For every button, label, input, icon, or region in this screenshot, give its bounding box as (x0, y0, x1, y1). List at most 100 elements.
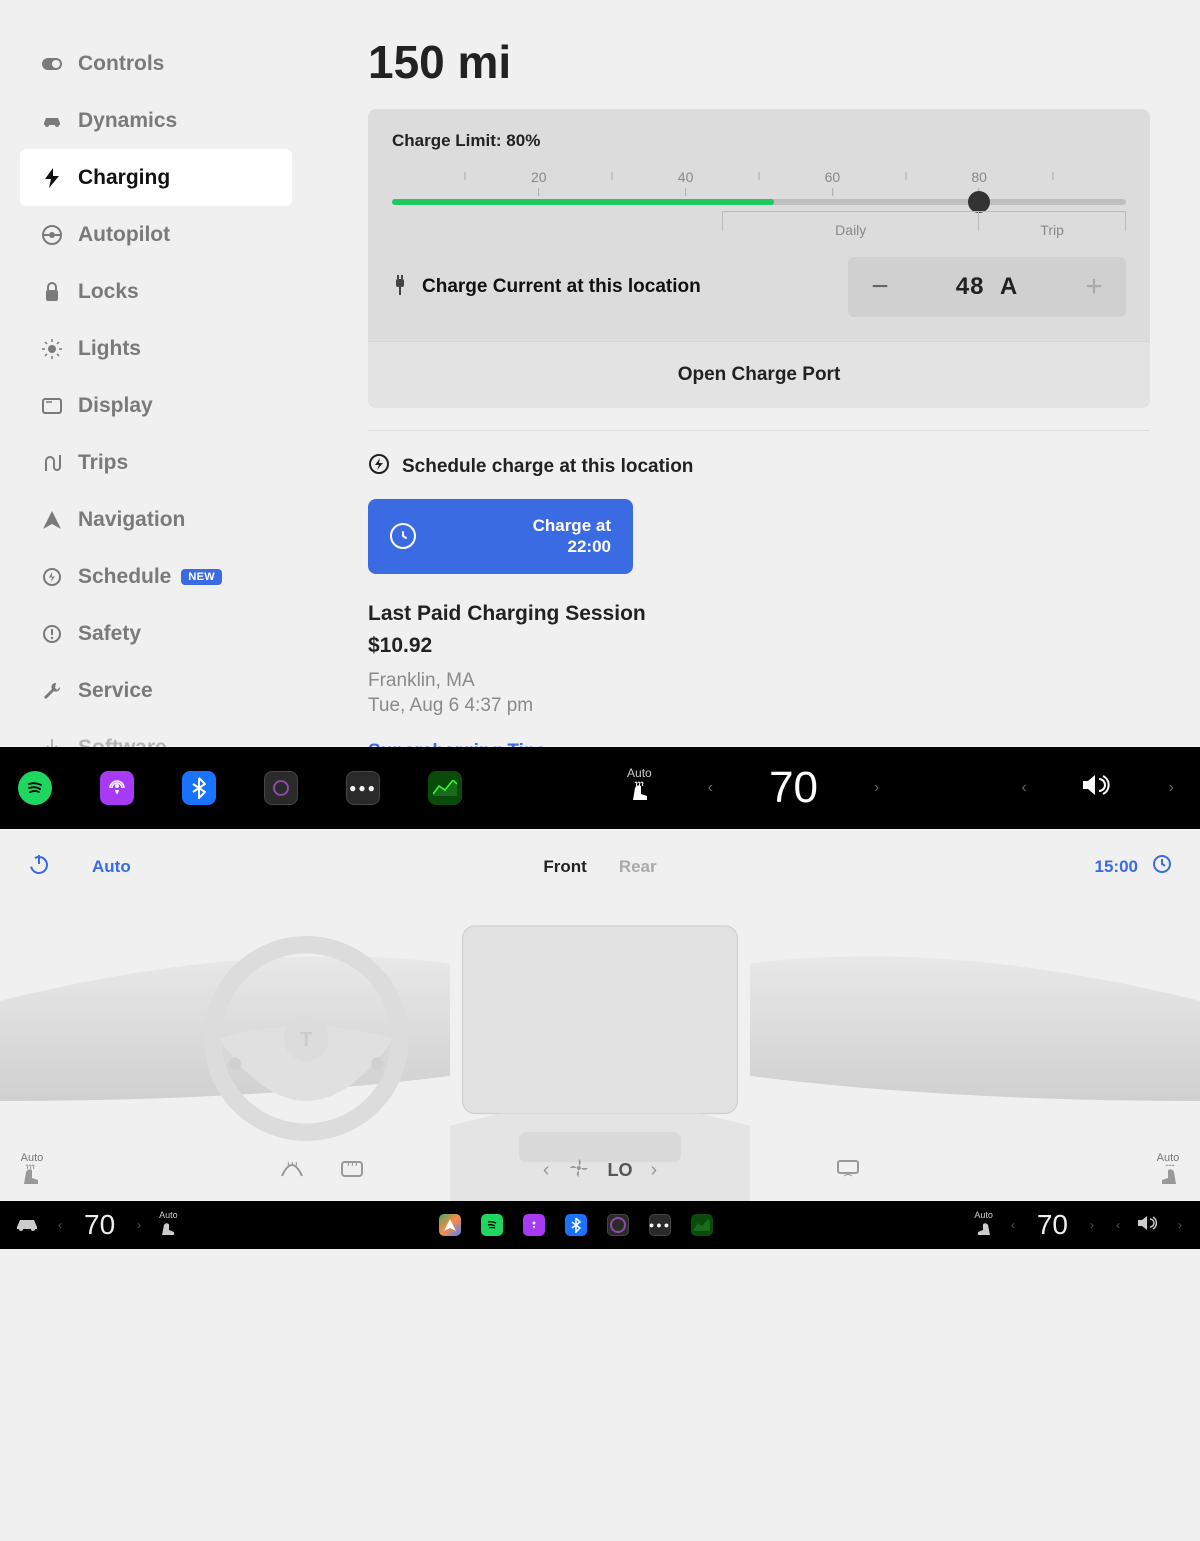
sidebar-label: Service (78, 679, 153, 703)
cabin-temp[interactable]: 70 (769, 763, 818, 813)
schedule-label-row: Schedule charge at this location (368, 453, 1150, 481)
bottom-bar: ‹ 70 › Auto ●●● Auto ‹ 70 › ‹ › (0, 1201, 1200, 1249)
spotify-small-icon[interactable] (481, 1214, 503, 1236)
slider-fill (392, 199, 774, 205)
sidebar-item-software[interactable]: Software (20, 719, 292, 747)
wrench-icon (38, 681, 66, 701)
open-charge-port-button[interactable]: Open Charge Port (368, 341, 1150, 408)
sidebar-item-service[interactable]: Service (20, 662, 292, 719)
sidebar-item-locks[interactable]: Locks (20, 263, 292, 320)
sidebar-label: Locks (78, 280, 139, 304)
sidebar-item-trips[interactable]: Trips (20, 434, 292, 491)
last-session-amount: $10.92 (368, 634, 1150, 658)
bottom-seat-left[interactable]: Auto (159, 1210, 178, 1241)
download-icon (38, 739, 66, 748)
sidebar-item-display[interactable]: Display (20, 377, 292, 434)
stepper-minus[interactable]: − (848, 270, 912, 304)
sidebar-item-lights[interactable]: Lights (20, 320, 292, 377)
vol-up-small[interactable]: › (1174, 1218, 1186, 1232)
dashcam-small-icon[interactable] (607, 1214, 629, 1236)
car-status-icon[interactable] (14, 1215, 40, 1236)
climate-tab-rear[interactable]: Rear (619, 857, 657, 877)
defrost-rear-icon[interactable] (340, 1158, 364, 1184)
clock-icon (390, 523, 416, 549)
sidebar-item-navigation[interactable]: Navigation (20, 491, 292, 548)
sidebar-label: Lights (78, 337, 141, 361)
more-small-icon[interactable]: ●●● (649, 1214, 671, 1236)
sidebar-label: Autopilot (78, 223, 170, 247)
bluetooth-icon[interactable] (182, 771, 216, 805)
seat-heat-right[interactable]: Auto (1156, 1152, 1180, 1189)
sidebar-item-schedule[interactable]: Schedule NEW (20, 548, 292, 605)
lock-icon (38, 282, 66, 302)
charge-limit-slider[interactable]: 20 40 60 80 Daily (392, 169, 1126, 235)
range-value: 150 mi (368, 35, 1150, 89)
volume-small-icon[interactable] (1138, 1215, 1160, 1236)
podcast-small-icon[interactable] (523, 1214, 545, 1236)
sidebar-item-safety[interactable]: Safety (20, 605, 292, 662)
slider-handle[interactable] (968, 191, 990, 213)
sidebar-item-autopilot[interactable]: Autopilot (20, 206, 292, 263)
charge-at-button[interactable]: Charge at22:00 (368, 499, 633, 574)
last-session-title: Last Paid Charging Session (368, 602, 1150, 626)
vol-up-arrow[interactable]: › (1161, 779, 1182, 797)
seat-heat-left[interactable]: Auto (20, 1152, 44, 1189)
new-badge: NEW (181, 569, 222, 585)
temp-down-arrow[interactable]: ‹ (700, 779, 721, 797)
bottom-seat-right[interactable]: Auto (974, 1210, 993, 1241)
climate-schedule-time[interactable]: 15:00 (1095, 857, 1138, 877)
charge-limit-card: Charge Limit: 80% 20 40 60 80 (368, 109, 1150, 408)
sidebar-label: Trips (78, 451, 128, 475)
bulb-icon (38, 339, 66, 359)
temp-left-up[interactable]: › (133, 1218, 145, 1232)
climate-clock-icon[interactable] (1152, 854, 1172, 880)
bluetooth-small-icon[interactable] (565, 1214, 587, 1236)
climate-power-icon[interactable] (28, 853, 50, 881)
temp-left[interactable]: 70 (80, 1209, 119, 1241)
vol-down-small[interactable]: ‹ (1112, 1218, 1124, 1232)
temp-right-up[interactable]: › (1086, 1218, 1098, 1232)
nav-app-icon[interactable] (439, 1214, 461, 1236)
sidebar-item-charging[interactable]: Charging (20, 149, 292, 206)
defrost-front-icon[interactable] (280, 1158, 304, 1184)
schedule-bolt-icon (368, 453, 390, 481)
climate-tab-front[interactable]: Front (543, 857, 586, 877)
temp-left-down[interactable]: ‹ (54, 1218, 66, 1232)
seat-heater-left[interactable]: Auto (627, 766, 652, 811)
stocks-icon[interactable] (428, 771, 462, 805)
vol-down-arrow[interactable]: ‹ (1013, 779, 1034, 797)
podcast-icon[interactable] (100, 771, 134, 805)
bolt-icon (38, 168, 66, 188)
climate-auto-button[interactable]: Auto (92, 857, 131, 877)
stocks-small-icon[interactable] (691, 1214, 713, 1236)
supercharging-tips-link[interactable]: Supercharging Tips (368, 741, 1150, 747)
last-session: Last Paid Charging Session $10.92 Frankl… (368, 602, 1150, 719)
app-bar: ●●● Auto ‹ 70 › ‹ › (0, 747, 1200, 829)
volume-icon[interactable] (1083, 773, 1113, 804)
temp-right-down[interactable]: ‹ (1007, 1218, 1019, 1232)
stepper-plus[interactable]: + (1062, 270, 1126, 304)
svg-text:T: T (300, 1029, 312, 1051)
temp-right[interactable]: 70 (1033, 1209, 1072, 1241)
sidebar-label: Software (78, 736, 167, 748)
fan-icon[interactable] (568, 1157, 590, 1185)
fan-down-arrow[interactable]: ‹ (543, 1159, 550, 1182)
more-apps-icon[interactable]: ●●● (346, 771, 380, 805)
charge-current-stepper: − 48 A + (848, 257, 1126, 317)
sidebar-item-dynamics[interactable]: Dynamics (20, 92, 292, 149)
schedule-label: Schedule charge at this location (402, 456, 693, 478)
nav-icon (38, 511, 66, 529)
schedule-icon (38, 567, 66, 587)
airflow-icon[interactable] (836, 1159, 860, 1182)
sidebar-label: Safety (78, 622, 141, 646)
dashcam-icon[interactable] (264, 771, 298, 805)
sidebar-label: Dynamics (78, 109, 177, 133)
sidebar-label: Schedule (78, 565, 171, 589)
sidebar-item-controls[interactable]: Controls (20, 35, 292, 92)
spotify-icon[interactable] (18, 771, 52, 805)
temp-up-arrow[interactable]: › (866, 779, 887, 797)
route-icon (38, 453, 66, 473)
fan-up-arrow[interactable]: › (651, 1159, 658, 1182)
divider (368, 430, 1150, 431)
main-content: 150 mi Charge Limit: 80% 20 40 60 80 (320, 20, 1150, 747)
